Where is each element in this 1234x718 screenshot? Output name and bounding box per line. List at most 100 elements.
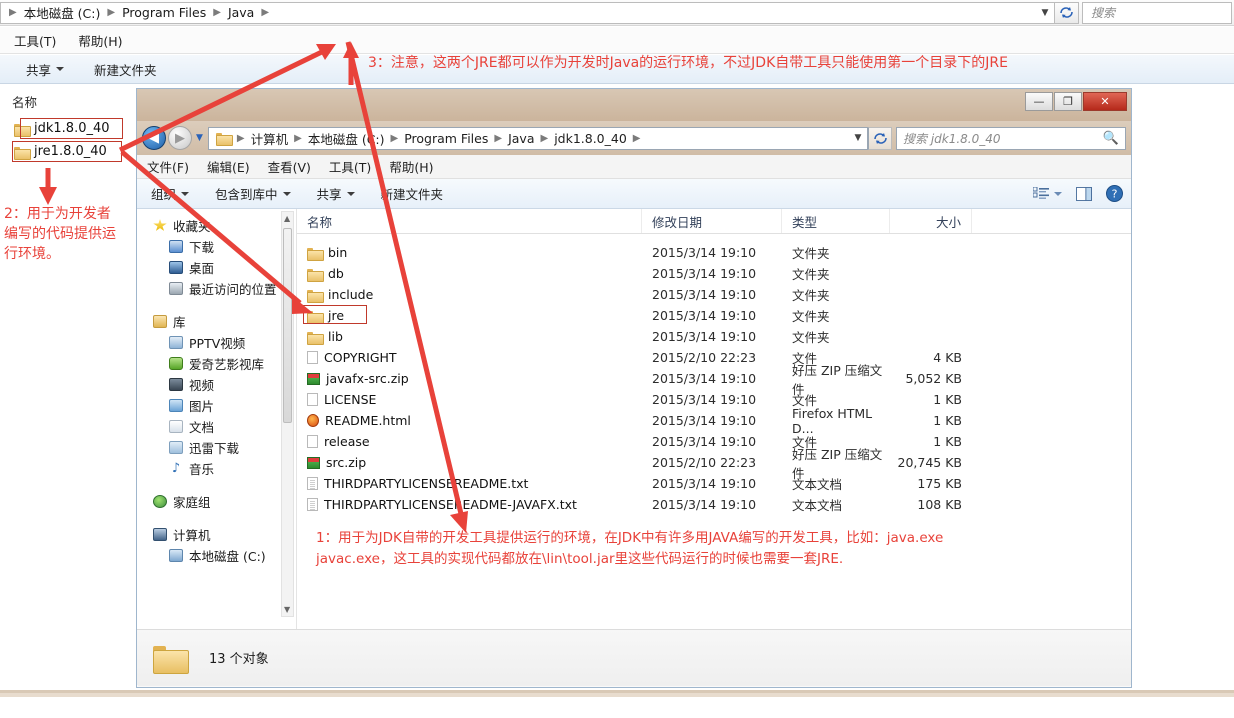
close-button[interactable]: ✕ — [1083, 92, 1127, 111]
inner-breadcrumb-item-3[interactable]: Java — [505, 130, 537, 147]
table-row[interactable]: lib 2015/3/14 19:10 文件夹 — [297, 326, 1131, 347]
nav-item-recent-places[interactable]: 最近访问的位置 — [137, 278, 296, 299]
breadcrumb-item-2[interactable]: Java — [225, 4, 257, 21]
history-dropdown-icon[interactable]: ▼ — [196, 133, 203, 143]
column-header-type[interactable]: 类型 — [782, 209, 890, 233]
inner-search-placeholder: 搜索 jdk1.8.0_40 — [903, 131, 1001, 146]
back-button[interactable]: ◀ — [142, 126, 166, 150]
table-row[interactable]: src.zip 2015/2/10 22:23 好压 ZIP 压缩文件 20,7… — [297, 447, 1131, 481]
inner-menu-edit[interactable]: 编辑(E) — [207, 157, 250, 176]
inner-toolbar-new-folder-button[interactable]: 新建文件夹 — [381, 184, 444, 203]
table-row[interactable]: jre 2015/3/14 19:10 文件夹 — [297, 305, 1131, 326]
inner-toolbar-include-library-button[interactable]: 包含到库中 — [215, 184, 291, 203]
scroll-down-icon[interactable]: ▼ — [284, 605, 290, 614]
nav-item-thunder-download[interactable]: 迅雷下载 — [137, 437, 296, 458]
refresh-button[interactable] — [1055, 1, 1079, 24]
table-row[interactable]: LICENSE 2015/3/14 19:10 文件 1 KB — [297, 389, 1131, 410]
table-row[interactable]: release 2015/3/14 19:10 文件 1 KB — [297, 431, 1131, 452]
inner-toolbar-include-library-label: 包含到库中 — [215, 187, 278, 202]
inner-toolbar-organize-button[interactable]: 组织 — [151, 184, 190, 203]
inner-breadcrumb-item-1[interactable]: 本地磁盘 (C:) — [305, 128, 388, 149]
view-list-icon — [1033, 186, 1049, 199]
help-button[interactable]: ? — [1106, 185, 1123, 202]
column-header-size[interactable]: 大小 — [890, 209, 972, 233]
nav-group-homegroup[interactable]: 家庭组 — [137, 491, 296, 512]
file-size: 20,745 KB — [897, 455, 962, 470]
inner-toolbar-share-button[interactable]: 共享 — [317, 184, 355, 203]
file-date: 2015/3/14 19:10 — [652, 434, 757, 449]
nav-group-favorites[interactable]: 收藏夹 — [137, 215, 296, 236]
nav-group-computer[interactable]: 计算机 — [137, 524, 296, 545]
table-row[interactable]: README.html 2015/3/14 19:10 Firefox HTML… — [297, 406, 1131, 436]
chevron-down-icon — [282, 191, 291, 196]
highlight-box-jre-folder — [303, 305, 367, 324]
file-icon — [307, 351, 318, 364]
documents-icon — [169, 420, 183, 433]
inner-breadcrumb[interactable]: ▶ 计算机 ▶ 本地磁盘 (C:) ▶ Program Files ▶ Java… — [207, 126, 868, 150]
table-row[interactable]: javafx-src.zip 2015/3/14 19:10 好压 ZIP 压缩… — [297, 363, 1131, 397]
nav-item-desktop[interactable]: 桌面 — [137, 257, 296, 278]
inner-menu-help[interactable]: 帮助(H) — [389, 157, 433, 176]
file-type: 文件夹 — [792, 309, 830, 324]
chevron-right-icon: ▶ — [390, 132, 399, 144]
nav-item-local-disk-c[interactable]: 本地磁盘 (C:) — [137, 545, 296, 566]
nav-item-pictures[interactable]: 图片 — [137, 395, 296, 416]
column-header-date[interactable]: 修改日期 — [642, 209, 782, 233]
table-row[interactable]: include 2015/3/14 19:10 文件夹 — [297, 284, 1131, 305]
inner-search-input[interactable]: 搜索 jdk1.8.0_40 🔍 — [896, 126, 1126, 150]
nav-item-documents[interactable]: 文档 — [137, 416, 296, 437]
inner-breadcrumb-item-0[interactable]: 计算机 — [248, 128, 292, 149]
maximize-button[interactable]: ❐ — [1054, 92, 1082, 111]
inner-breadcrumb-item-4[interactable]: jdk1.8.0_40 — [551, 130, 630, 147]
table-row[interactable]: THIRDPARTYLICENSEREADME-JAVAFX.txt 2015/… — [297, 494, 1131, 515]
menu-item-help[interactable]: 帮助(H) — [78, 31, 122, 50]
nav-item-iqiyi[interactable]: 爱奇艺影视库 — [137, 353, 296, 374]
chevron-down-icon — [56, 67, 65, 71]
inner-menu-view[interactable]: 查看(V) — [268, 157, 311, 176]
inner-toolbar-new-folder-label: 新建文件夹 — [380, 187, 444, 202]
toolbar-share-button[interactable]: 共享 — [26, 60, 65, 79]
minimize-button[interactable]: — — [1025, 92, 1053, 111]
scroll-up-icon[interactable]: ▲ — [284, 214, 290, 223]
nav-item-music[interactable]: ♪ 音乐 — [137, 458, 296, 479]
nav-item-videos[interactable]: 视频 — [137, 374, 296, 395]
change-view-button[interactable] — [1033, 186, 1062, 201]
inner-menu-tools[interactable]: 工具(T) — [329, 157, 371, 176]
table-row[interactable]: db 2015/3/14 19:10 文件夹 — [297, 263, 1131, 284]
nav-item-label: 音乐 — [189, 462, 215, 477]
preview-pane-button[interactable] — [1076, 186, 1092, 201]
nav-item-downloads[interactable]: 下载 — [137, 236, 296, 257]
nav-pane-scrollbar[interactable]: ▲ ▼ — [281, 211, 294, 617]
file-type: Firefox HTML D... — [792, 405, 873, 436]
table-row[interactable]: COPYRIGHT 2015/2/10 22:23 文件 4 KB — [297, 347, 1131, 368]
breadcrumb-item-1[interactable]: Program Files — [119, 4, 209, 21]
file-type: 文本文档 — [792, 477, 843, 492]
forward-button[interactable]: ▶ — [168, 126, 192, 150]
chevron-down-icon — [346, 191, 355, 196]
inner-title-bar[interactable]: — ❐ ✕ — [137, 89, 1131, 121]
folder-icon — [307, 331, 324, 345]
nav-item-pptv[interactable]: PPTV视频 — [137, 332, 296, 353]
outer-column-header-name[interactable]: 名称 — [12, 92, 37, 111]
annotation-note-3: 3：注意，这两个JRE都可以作为开发时Java的运行环境，不过JDK自带工具只能… — [368, 55, 1008, 71]
inner-address-dropdown-icon[interactable]: ▼ — [849, 133, 867, 143]
breadcrumb-item-0[interactable]: 本地磁盘 (C:) — [21, 2, 104, 23]
column-header-name[interactable]: 名称 — [297, 209, 642, 233]
outer-search-input[interactable]: 搜索 — [1082, 1, 1232, 24]
table-row[interactable]: bin 2015/3/14 19:10 文件夹 — [297, 242, 1131, 263]
file-size: 175 KB — [917, 476, 962, 491]
inner-menu-file[interactable]: 文件(F) — [147, 157, 189, 176]
file-date: 2015/3/14 19:10 — [652, 308, 757, 323]
inner-refresh-button[interactable] — [868, 126, 892, 150]
nav-scrollbar-thumb[interactable] — [283, 228, 292, 423]
inner-breadcrumb-item-2[interactable]: Program Files — [401, 130, 491, 147]
menu-item-tools[interactable]: 工具(T) — [14, 31, 56, 50]
file-date: 2015/3/14 19:10 — [652, 476, 757, 491]
table-row[interactable]: THIRDPARTYLICENSEREADME.txt 2015/3/14 19… — [297, 473, 1131, 494]
toolbar-new-folder-button[interactable]: 新建文件夹 — [94, 60, 157, 79]
outer-breadcrumb[interactable]: ▶ 本地磁盘 (C:) ▶ Program Files ▶ Java ▶ ▼ — [0, 1, 1055, 24]
bottom-strip — [0, 690, 1234, 718]
address-dropdown-icon[interactable]: ▼ — [1036, 8, 1054, 18]
file-name: javafx-src.zip — [326, 371, 409, 386]
nav-group-libraries[interactable]: 库 — [137, 311, 296, 332]
